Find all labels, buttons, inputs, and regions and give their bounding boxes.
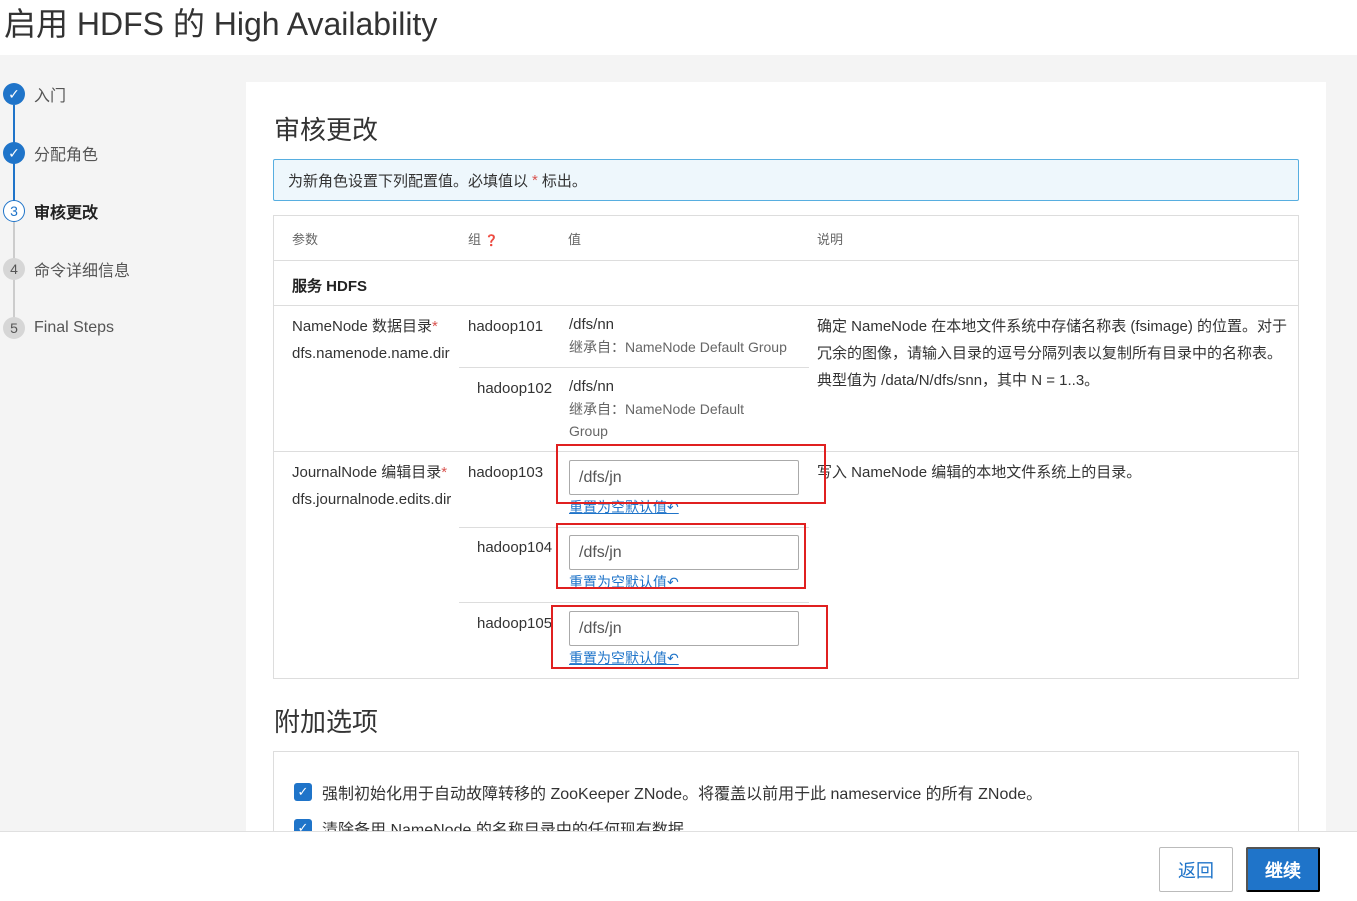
continue-button[interactable]: 继续 — [1246, 847, 1320, 892]
row-divider — [459, 602, 809, 603]
header-description: 说明 — [817, 232, 844, 247]
wizard-footer: 返回 继续 — [0, 831, 1357, 901]
namenode-label: NameNode 数据目录* — [292, 313, 438, 340]
step-review-changes[interactable]: 3 审核更改 — [3, 199, 98, 223]
param-name: JournalNode 编辑目录 — [292, 464, 442, 481]
step-number: 4 — [3, 258, 25, 280]
inherit-note: 继承自：NameNode Default — [569, 401, 745, 417]
header-group-label: 组 — [468, 232, 482, 247]
step-intro[interactable]: ✓ 入门 — [3, 82, 66, 106]
required-star: * — [441, 464, 448, 481]
step-final-steps: 5 Final Steps — [3, 316, 114, 340]
group-host: hadoop103 — [468, 464, 544, 481]
namenode-key: dfs.namenode.name.dir — [292, 345, 450, 362]
step-label: 审核更改 — [34, 205, 99, 222]
service-label: 服务 HDFS — [292, 278, 368, 295]
required-star: * — [532, 171, 538, 189]
page-title: 启用 HDFS 的 High Availability — [4, 6, 438, 42]
required-star: * — [432, 318, 438, 335]
step-number: 3 — [3, 200, 25, 222]
review-title: 审核更改 — [274, 115, 379, 145]
step-label: 命令详细信息 — [34, 263, 131, 280]
help-icon[interactable]: ❓ — [485, 235, 499, 247]
step-number: 5 — [3, 317, 25, 339]
check-icon: ✓ — [3, 142, 25, 164]
group-host: hadoop104 — [477, 539, 553, 556]
config-value: /dfs/nn — [569, 316, 615, 333]
param-name: NameNode 数据目录 — [292, 318, 433, 335]
service-row: 服务 HDFS — [274, 261, 1298, 306]
step-label: Final Steps — [34, 319, 115, 336]
table-header: 参数 组 ❓ 值 说明 — [274, 216, 1298, 261]
journalnode-desc: 写入 NameNode 编辑的本地文件系统上的目录。 — [817, 464, 1142, 481]
step-assign-roles[interactable]: ✓ 分配角色 — [3, 141, 98, 165]
checkbox-checked-icon[interactable]: ✓ — [294, 783, 312, 801]
info-text-suffix: 标出。 — [541, 172, 587, 190]
step-label: 入门 — [34, 88, 67, 105]
inherit-note: 继承自：NameNode Default Group — [569, 339, 787, 355]
namenode-desc-3: 典型值为 /data/N/dfs/snn，其中 N = 1..3。 — [817, 372, 1100, 389]
option-force-init-znode[interactable]: ✓ 强制初始化用于自动故障转移的 ZooKeeper ZNode。将覆盖以前用于… — [294, 780, 1042, 804]
group-host: hadoop102 — [477, 380, 553, 397]
highlight-box — [556, 523, 806, 589]
info-text: 为新角色设置下列配置值。必填值以 — [288, 172, 529, 190]
group-host: hadoop105 — [477, 615, 553, 632]
step-label: 分配角色 — [34, 147, 99, 164]
option-label: 强制初始化用于自动故障转移的 ZooKeeper ZNode。将覆盖以前用于此 … — [322, 786, 1043, 803]
header-value: 值 — [568, 232, 582, 247]
header-param: 参数 — [292, 232, 319, 247]
options-title: 附加选项 — [274, 707, 379, 737]
inherit-note-cont: Group — [569, 423, 608, 439]
journalnode-label: JournalNode 编辑目录* — [292, 459, 447, 486]
namenode-desc-1: 确定 NameNode 在本地文件系统中存储名称表 (fsimage) 的位置。… — [817, 318, 1288, 335]
header-group: 组 ❓ — [468, 229, 498, 248]
info-alert: 为新角色设置下列配置值。必填值以 * 标出。 — [273, 159, 1299, 201]
row-divider — [459, 367, 809, 368]
namenode-desc-2: 冗余的图像，请输入目录的逗号分隔列表以复制所有目录中的名称表。 — [817, 345, 1283, 362]
back-button[interactable]: 返回 — [1159, 847, 1233, 892]
journalnode-key: dfs.journalnode.edits.dir — [292, 491, 452, 508]
highlight-box — [551, 605, 828, 669]
check-icon: ✓ — [3, 83, 25, 105]
group-host: hadoop101 — [468, 318, 544, 335]
highlight-box — [556, 444, 826, 504]
main-panel: 审核更改 为新角色设置下列配置值。必填值以 * 标出。 参数 组 ❓ 值 说明 … — [246, 82, 1326, 851]
config-value: /dfs/nn — [569, 378, 615, 395]
step-command-details: 4 命令详细信息 — [3, 257, 130, 281]
